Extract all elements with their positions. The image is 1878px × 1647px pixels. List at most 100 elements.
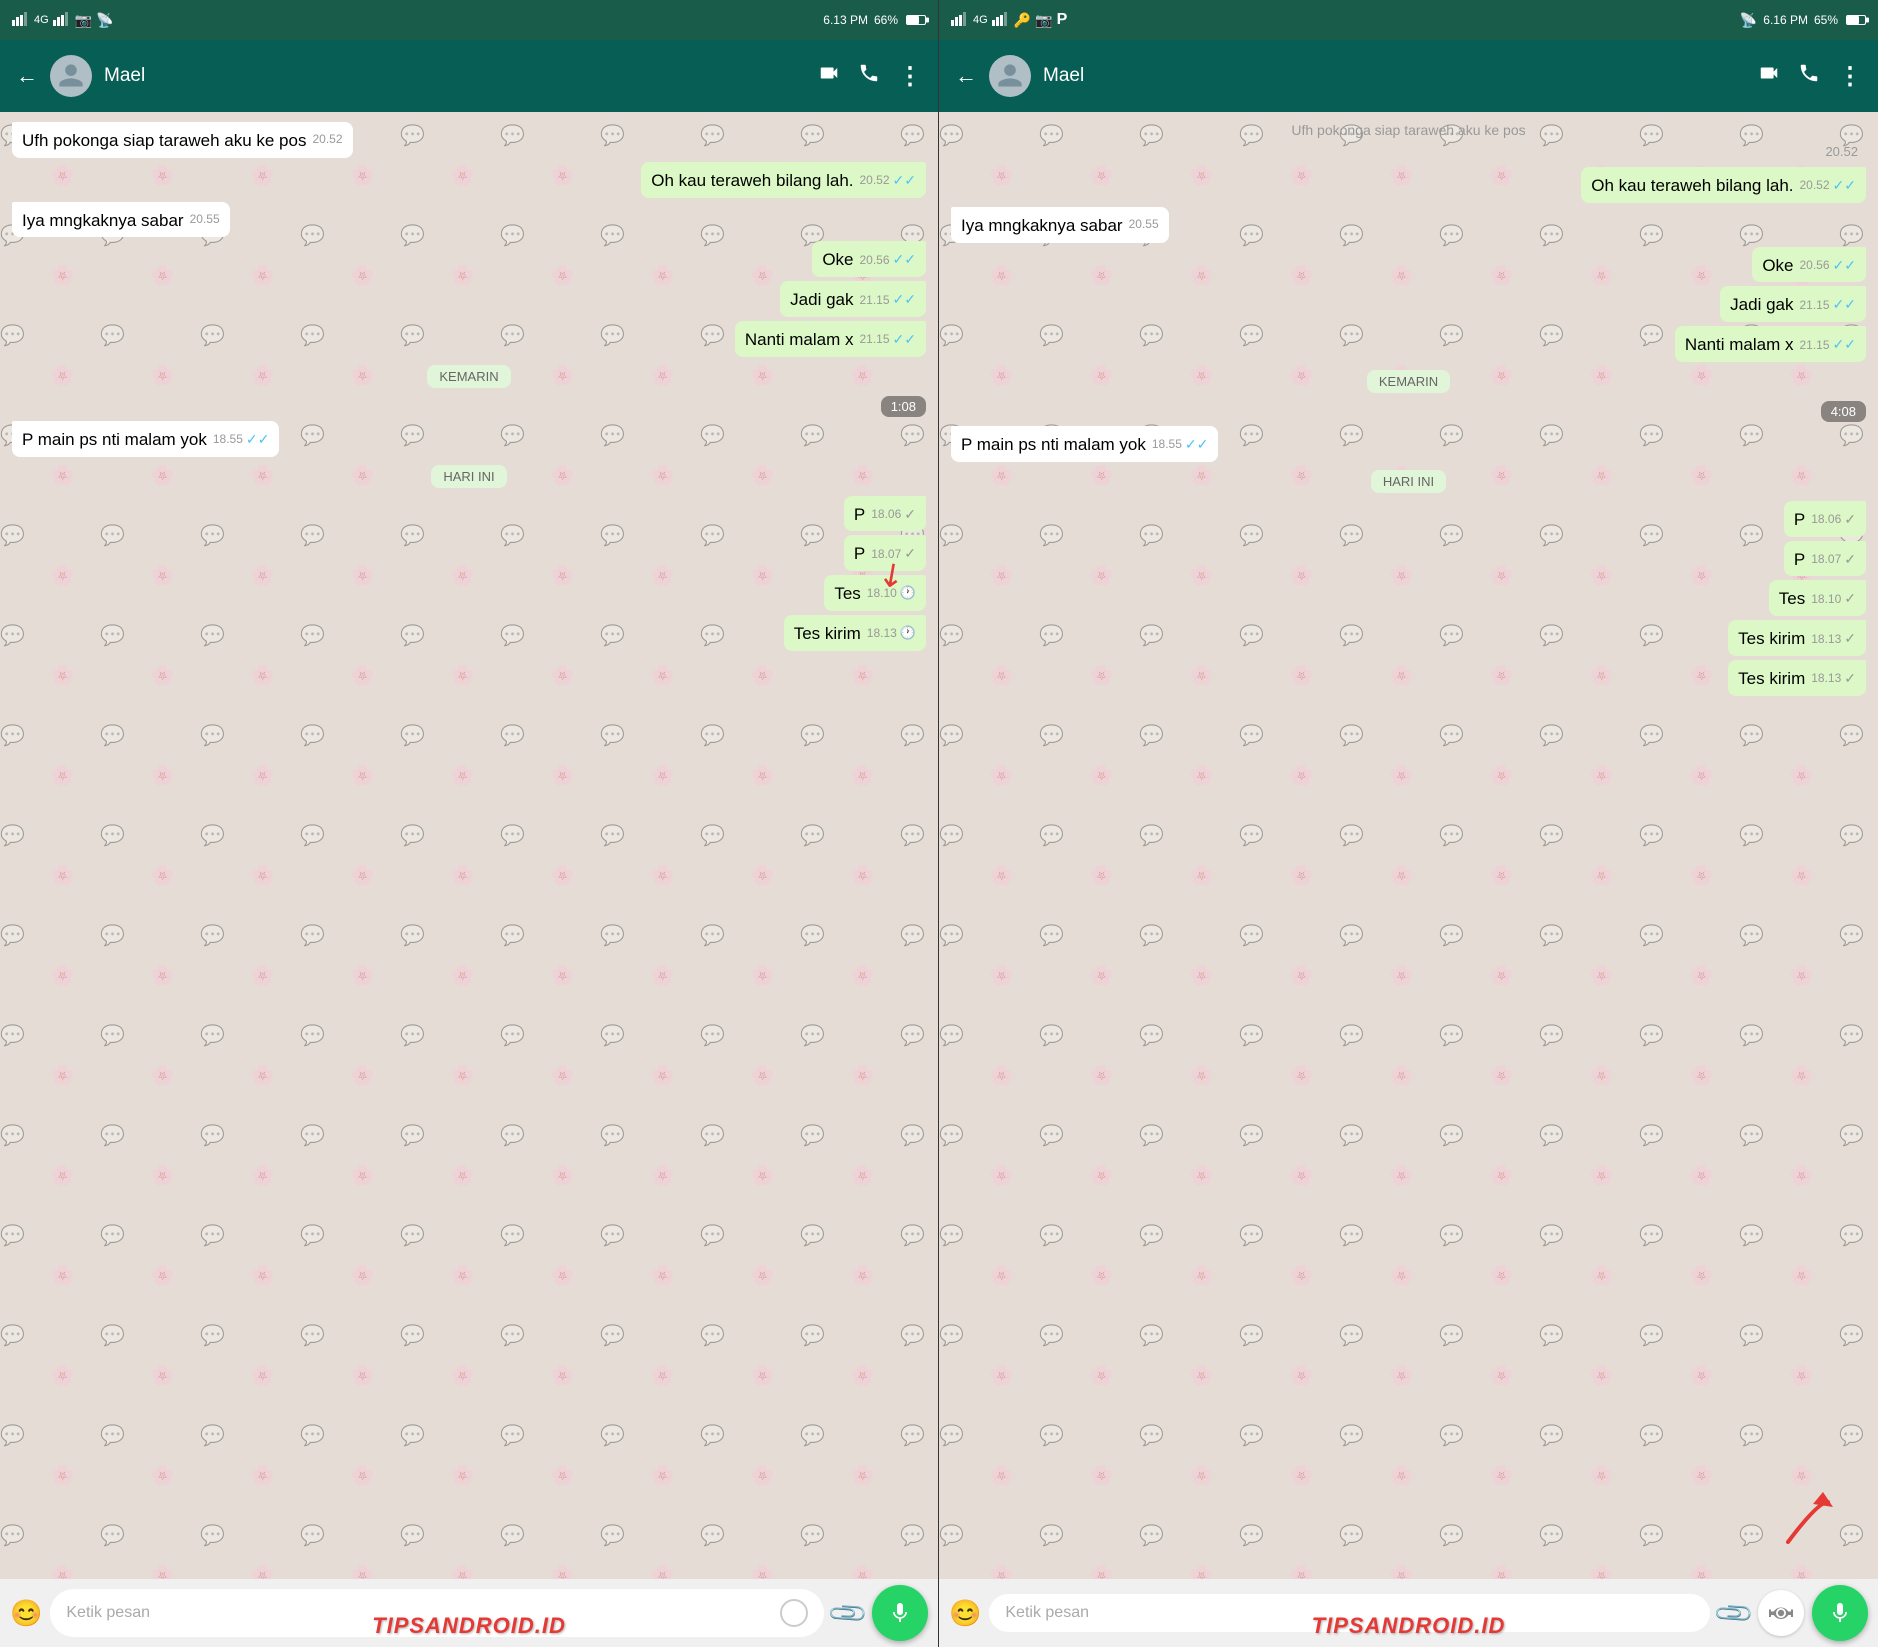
msg-text: Ufh pokonga siap taraweh aku ke pos: [22, 131, 306, 150]
msg-meta: 21.15 ✓✓: [860, 330, 917, 350]
mic-button-right[interactable]: [1812, 1585, 1868, 1641]
msg-meta: 18.07 ✓: [1811, 550, 1856, 570]
input-placeholder-right: Ketik pesan: [1005, 1604, 1693, 1622]
table-row: P 18.07 ✓: [951, 541, 1866, 577]
msg-bubble-sent: P 18.06 ✓: [1784, 501, 1866, 537]
date-label: HARI INI: [1371, 470, 1446, 493]
msg-bubble-sent: Nanti malam x 21.15 ✓✓: [1675, 326, 1866, 362]
contact-avatar-left[interactable]: [50, 55, 92, 97]
chat-body-left[interactable]: Ufh pokonga siap taraweh aku ke pos 20.5…: [0, 112, 938, 1579]
chat-header-left: ← Mael ⋮: [0, 40, 938, 112]
contact-avatar-right[interactable]: [989, 55, 1031, 97]
status-bar-left: 4G 📷 📡 6.13 PM 66%: [0, 0, 938, 40]
back-button-right[interactable]: ←: [955, 63, 977, 89]
phone-call-icon-left[interactable]: [858, 62, 880, 91]
date-divider-kemarin-left: KEMARIN: [12, 365, 926, 388]
tick-icon: ✓: [904, 505, 916, 525]
msg-text: Nanti malam x: [1685, 335, 1794, 354]
msg-text: P: [1794, 550, 1805, 569]
emoji-button-right[interactable]: 😊: [949, 1598, 981, 1629]
msg-bubble-received: P main ps nti malam yok 18.55 ✓✓: [12, 421, 279, 457]
tick-icon: ✓: [1844, 550, 1856, 570]
msg-meta: 21.15 ✓✓: [1800, 335, 1857, 355]
msg-time: 18.10: [1811, 591, 1841, 608]
status-left-icons: 4G 📷 📡: [12, 12, 114, 29]
msg-meta: 18.55 ✓✓: [213, 430, 270, 450]
table-row: Tes 18.10 ✓: [951, 580, 1866, 616]
msg-bubble-received: Iya mngkaknya sabar 20.55: [12, 202, 230, 238]
table-row: Nanti malam x 21.15 ✓✓: [951, 326, 1866, 362]
date-label: KEMARIN: [427, 365, 510, 388]
message-input-left[interactable]: Ketik pesan: [50, 1589, 823, 1637]
chat-body-right[interactable]: Ufh pokonga siap taraweh aku ke pos 20.5…: [939, 112, 1878, 1579]
clock-icon: 🕐: [900, 624, 916, 642]
msg-bubble-received: Iya mngkaknya sabar 20.55: [951, 207, 1169, 243]
time-display: 6.13 PM: [823, 13, 868, 27]
signal-icon-right: [951, 12, 969, 29]
table-row: Ufh pokonga siap taraweh aku ke pos 20.5…: [12, 122, 926, 158]
msg-text: P main ps nti malam yok: [961, 435, 1146, 454]
phone-call-icon-right[interactable]: [1798, 62, 1820, 91]
battery-percent: 66%: [874, 13, 898, 27]
message-input-right[interactable]: Ketik pesan: [989, 1594, 1709, 1632]
msg-time: 18.55: [1152, 436, 1182, 453]
tick-icon: ✓✓: [1833, 176, 1856, 196]
msg-time: 20.55: [1129, 216, 1159, 233]
camera-button-right[interactable]: [1758, 1590, 1804, 1636]
video-call-icon-right[interactable]: [1758, 62, 1780, 91]
contact-name-left[interactable]: Mael: [104, 65, 806, 87]
menu-icon-right[interactable]: ⋮: [1838, 62, 1862, 91]
header-icons-left: ⋮: [818, 62, 922, 91]
msg-meta: 18.13 🕐: [867, 624, 916, 642]
msg-text: P: [854, 505, 865, 524]
tick-icon: ✓: [1844, 589, 1856, 609]
date-divider-hariini-left: HARI INI: [12, 465, 926, 488]
emoji-button-left[interactable]: 😊: [10, 1598, 42, 1629]
msg-bubble-sent: Oh kau teraweh bilang lah. 20.52 ✓✓: [1581, 167, 1866, 203]
date-label: KEMARIN: [1367, 370, 1450, 393]
table-row: Tes kirim 18.13 🕐: [12, 615, 926, 651]
left-phone-screen: 4G 📷 📡 6.13 PM 66% ← Mael: [0, 0, 939, 1647]
battery-percent-right: 65%: [1814, 13, 1838, 27]
table-row: Iya mngkaknya sabar 20.55: [12, 202, 926, 238]
date-label: HARI INI: [431, 465, 506, 488]
video-call-icon-left[interactable]: [818, 62, 840, 91]
table-row: Nanti malam x 21.15 ✓✓: [12, 321, 926, 357]
attach-button-left[interactable]: 📎: [825, 1591, 870, 1636]
msg-time: 21.15: [1800, 337, 1830, 354]
msg-meta: 18.55 ✓✓: [1152, 435, 1209, 455]
back-button-left[interactable]: ←: [16, 63, 38, 89]
msg-meta: 20.56 ✓✓: [1800, 256, 1857, 276]
p-label-right: P: [1057, 11, 1068, 29]
header-icons-right: ⋮: [1758, 62, 1862, 91]
msg-time: 20.56: [1800, 257, 1830, 274]
msg-bubble-sent: Jadi gak 21.15 ✓✓: [780, 281, 926, 317]
msg-text: Oh kau teraweh bilang lah.: [651, 171, 853, 190]
table-row: Oh kau teraweh bilang lah. 20.52 ✓✓: [951, 167, 1866, 203]
tick-icon: ✓✓: [893, 250, 916, 270]
msg-meta: 20.52 ✓✓: [1800, 176, 1857, 196]
contact-name-right[interactable]: Mael: [1043, 65, 1746, 87]
time-display-right: 6.16 PM: [1763, 13, 1808, 27]
msg-time: 20.52: [312, 131, 342, 148]
status-bar-right: 4G 🔑 📷 P 📡 6.16 PM 65%: [939, 0, 1878, 40]
msg-meta: 18.13 ✓: [1811, 669, 1856, 689]
msg-time: 18.13: [1811, 670, 1841, 687]
tick-icon: ✓✓: [893, 290, 916, 310]
msg-time: 18.13: [867, 625, 897, 642]
msg-meta: 18.06 ✓: [871, 505, 916, 525]
msg-bubble-sent: Nanti malam x 21.15 ✓✓: [735, 321, 926, 357]
msg-meta: 20.52: [312, 131, 342, 148]
table-row: Tes kirim 18.13 ✓: [951, 620, 1866, 656]
menu-icon-left[interactable]: ⋮: [898, 62, 922, 91]
msg-bubble-sent: Oke 20.56 ✓✓: [1752, 247, 1866, 283]
msg-time: 18.07: [1811, 551, 1841, 568]
msg-text: P: [1794, 510, 1805, 529]
msg-bubble-sent: Oke 20.56 ✓✓: [812, 241, 926, 277]
mic-button-left[interactable]: [872, 1585, 928, 1641]
table-row: P 18.07 ✓: [12, 535, 926, 571]
attach-button-right[interactable]: 📎: [1711, 1591, 1756, 1636]
msg-time: 18.06: [1811, 511, 1841, 528]
msg-time: 20.52: [860, 172, 890, 189]
status-right-info-right: 📡 6.16 PM 65%: [1740, 12, 1866, 29]
